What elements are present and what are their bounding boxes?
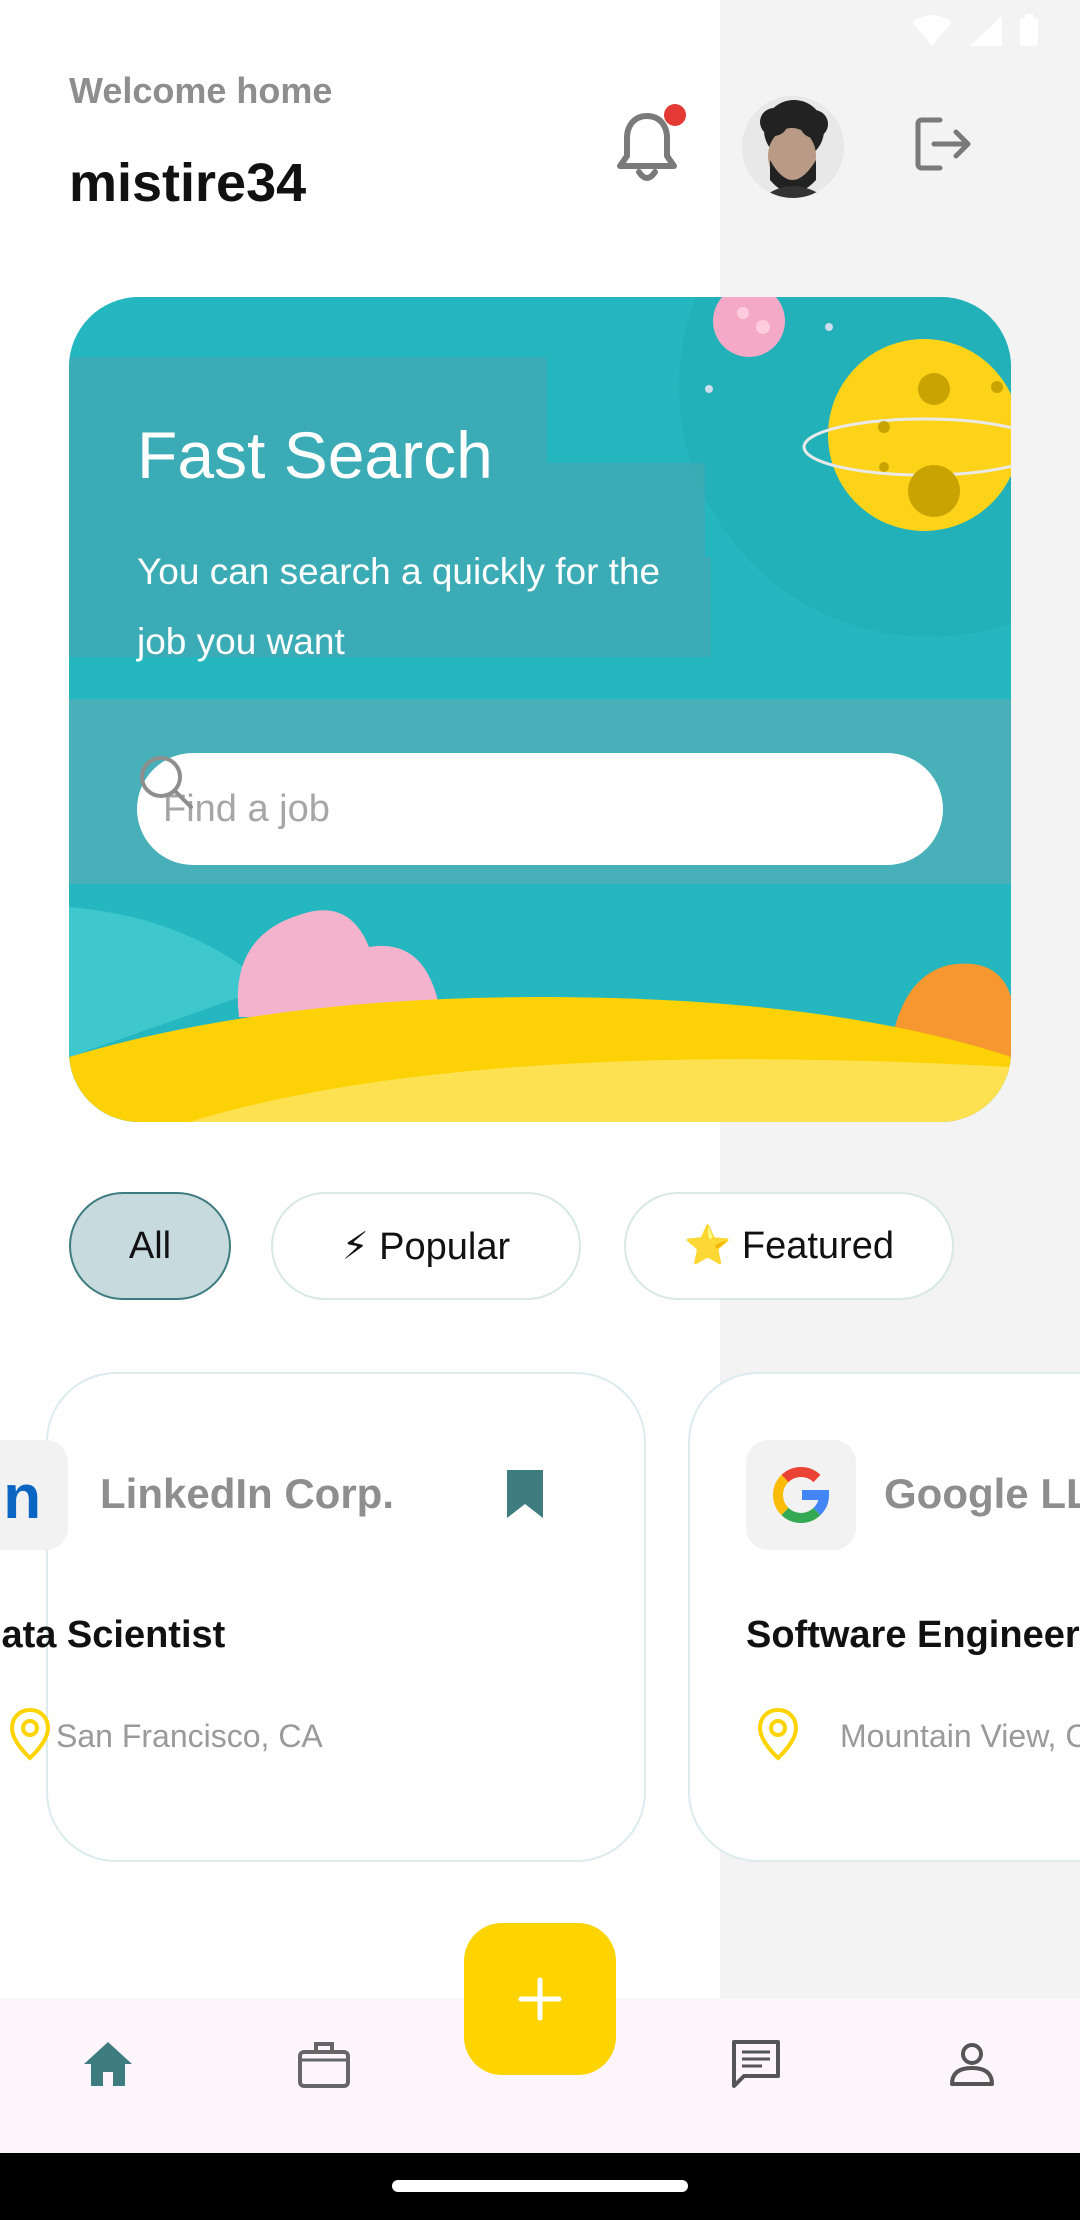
location-pin-icon (757, 1707, 799, 1761)
add-icon (518, 1977, 562, 2021)
status-bar (910, 14, 1040, 48)
fast-search-banner: Fast Search You can search a quickly for… (69, 297, 1011, 1122)
avatar[interactable] (742, 96, 844, 198)
chip-label: ⚡ Popular (341, 1225, 511, 1268)
job-card[interactable]: Google LLC Software Engineer Mountain Vi… (688, 1372, 1080, 1862)
company-logo: in (0, 1440, 68, 1550)
chip-label: ⭐ Featured (684, 1225, 894, 1267)
notification-dot (664, 104, 686, 126)
company-name: Google LLC (884, 1470, 1080, 1517)
add-job-button[interactable] (464, 1923, 616, 2075)
filter-chip-featured[interactable]: ⭐ Featured (624, 1192, 954, 1300)
search-icon (140, 756, 193, 809)
location-pin-icon (9, 1707, 51, 1761)
filter-chip-all[interactable]: All (69, 1192, 231, 1300)
wifi-icon (912, 15, 952, 46)
job-title: Data Scientist (0, 1614, 226, 1656)
search-input[interactable] (163, 787, 783, 831)
profile-icon[interactable] (942, 2034, 1002, 2094)
filter-chip-popular[interactable]: ⚡ Popular (271, 1192, 581, 1300)
briefcase-icon[interactable] (294, 2034, 354, 2094)
signal-icon (970, 16, 1002, 46)
job-location: San Francisco, CA (56, 1718, 323, 1754)
linkedin-logo-icon: in (0, 1463, 41, 1532)
logout-icon[interactable] (912, 112, 976, 176)
job-location: Mountain View, CA (840, 1718, 1080, 1754)
google-logo-icon (773, 1467, 830, 1523)
company-name: LinkedIn Corp. (100, 1470, 394, 1517)
svg-text:in: in (0, 1463, 41, 1532)
bookmark-icon[interactable] (503, 1466, 547, 1522)
battery-icon (1020, 14, 1038, 46)
chip-label: All (128, 1224, 172, 1267)
home-indicator[interactable] (392, 2180, 688, 2192)
banner-title: Fast Search (137, 418, 493, 492)
chat-icon[interactable] (726, 2034, 786, 2094)
username: mistire34 (69, 153, 307, 213)
search-bar[interactable] (137, 753, 943, 865)
home-screen: Welcome home mistire34 Fast Search You c… (0, 0, 1080, 2220)
banner-description: You can search a quickly for the job you… (137, 551, 661, 662)
job-title: Software Engineer (746, 1614, 1080, 1656)
company-logo (746, 1440, 856, 1550)
welcome-label: Welcome home (69, 70, 333, 111)
job-card[interactable]: in LinkedIn Corp. Data Scientist San Fra… (0, 1372, 646, 1862)
home-icon[interactable] (78, 2034, 138, 2094)
